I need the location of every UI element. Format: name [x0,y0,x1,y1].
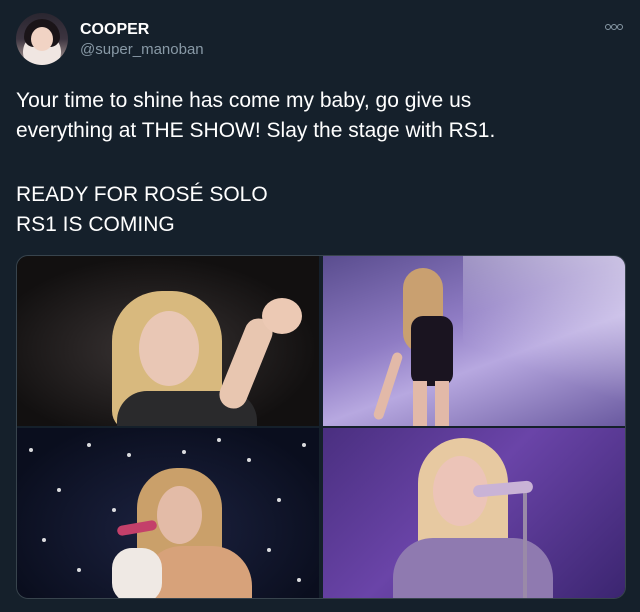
sparkle [277,498,281,502]
sparkle [112,508,116,512]
figure-body [393,538,553,598]
sparkle [297,578,301,582]
sparkle [217,438,221,442]
photo-4[interactable] [323,428,625,598]
sparkle [87,443,91,447]
avatar[interactable] [16,13,68,65]
sparkle [77,568,81,572]
sparkle [42,538,46,542]
figure-face [157,486,202,544]
figure-hand [262,298,302,334]
figure-face [139,311,199,386]
sparkle [182,450,186,454]
figure-fur-coat [112,548,162,598]
avatar-face [31,27,53,51]
more-options-icon[interactable] [605,22,623,32]
tweet-text: Your time to shine has come my baby, go … [16,86,616,240]
tweet-card: COOPER @super_manoban Your time to shine… [0,0,640,612]
sparkle [267,548,271,552]
photo-2[interactable] [323,256,625,426]
tweet-text-line: Your time to shine has come my baby, go … [16,89,472,112]
dot-icon [617,24,623,30]
figure-body [411,316,453,386]
sparkle [29,448,33,452]
mic-stand [523,488,527,598]
photo-3[interactable] [17,428,319,598]
sparkle [57,488,61,492]
sparkle [302,443,306,447]
figure-leg [413,381,427,426]
sparkle [247,458,251,462]
tweet-text-line: everything at THE SHOW! Slay the stage w… [16,119,496,142]
stage-light [463,256,625,426]
tweet-text-line: RS1 IS COMING [16,213,175,236]
media-grid [16,255,626,599]
photo-1[interactable] [17,256,319,426]
username[interactable]: @super_manoban [80,40,204,60]
sparkle [127,453,131,457]
figure-leg [435,381,449,426]
display-name[interactable]: COOPER [80,20,204,40]
figure-arm [372,351,404,421]
tweet-text-line: READY FOR ROSÉ SOLO [16,183,268,206]
author-info: COOPER @super_manoban [80,20,204,60]
